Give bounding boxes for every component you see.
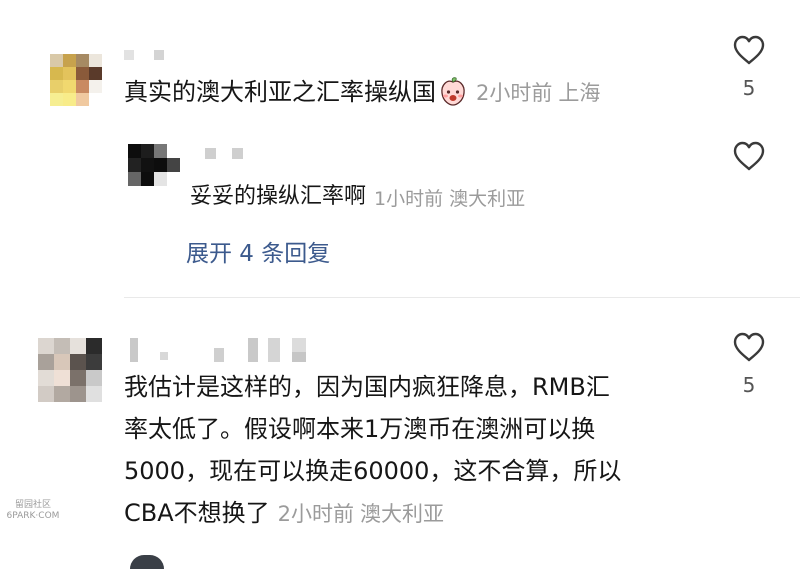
- comment-last-line: CBA不想换了 2小时前 澳大利亚: [124, 492, 704, 534]
- heart-icon: [732, 140, 766, 176]
- comment-body: 真实的澳大利亚之汇率操纵国 2小时前 上海: [124, 71, 600, 113]
- avatar[interactable]: [50, 54, 102, 106]
- expand-replies-link[interactable]: 展开 4 条回复: [186, 234, 330, 268]
- like-button[interactable]: 5: [724, 331, 774, 397]
- reply-location: 澳大利亚: [449, 187, 526, 210]
- like-button[interactable]: 5: [724, 34, 774, 100]
- divider: [124, 297, 800, 298]
- comment-body: 我估计是这样的，因为国内疯狂降息，RMB汇 率太低了。假设啊本来1万澳币在澳洲可…: [124, 366, 704, 534]
- like-count: 5: [742, 373, 756, 397]
- comment-location: 澳大利亚: [360, 502, 445, 526]
- username[interactable]: [130, 338, 320, 362]
- heart-icon: [732, 331, 766, 367]
- comment-line: 我估计是这样的，因为国内疯狂降息，RMB汇: [124, 373, 610, 401]
- comment-time: 2小时前: [277, 502, 355, 526]
- like-count: 5: [742, 76, 756, 100]
- username[interactable]: [124, 50, 176, 62]
- comment-line: CBA不想换了: [124, 499, 270, 527]
- comment-text: 真实的澳大利亚之汇率操纵国: [124, 78, 436, 106]
- peach-face-icon: [438, 77, 468, 107]
- comment-time: 2小时前: [476, 81, 553, 105]
- reply-username[interactable]: [205, 148, 250, 160]
- reply-body: 妥妥的操纵汇率啊 1小时前 澳大利亚: [190, 182, 525, 212]
- reply-like-button[interactable]: [724, 140, 774, 176]
- watermark: 留园社区 6PARK·COM: [2, 500, 64, 522]
- watermark-line: 6PARK·COM: [6, 511, 60, 521]
- comment-location: 上海: [558, 81, 601, 105]
- reply-avatar[interactable]: [128, 144, 180, 186]
- comment-line: 5000，现在可以换走60000，这不合算，所以: [124, 457, 622, 485]
- reply-time: 1小时前: [374, 187, 444, 210]
- reply-text: 妥妥的操纵汇率啊: [190, 184, 367, 209]
- avatar[interactable]: [130, 555, 164, 569]
- comment-line: 率太低了。假设啊本来1万澳币在澳洲可以换: [124, 415, 596, 443]
- avatar[interactable]: [38, 338, 102, 402]
- watermark-line: 留园社区: [14, 500, 51, 510]
- heart-icon: [732, 34, 766, 70]
